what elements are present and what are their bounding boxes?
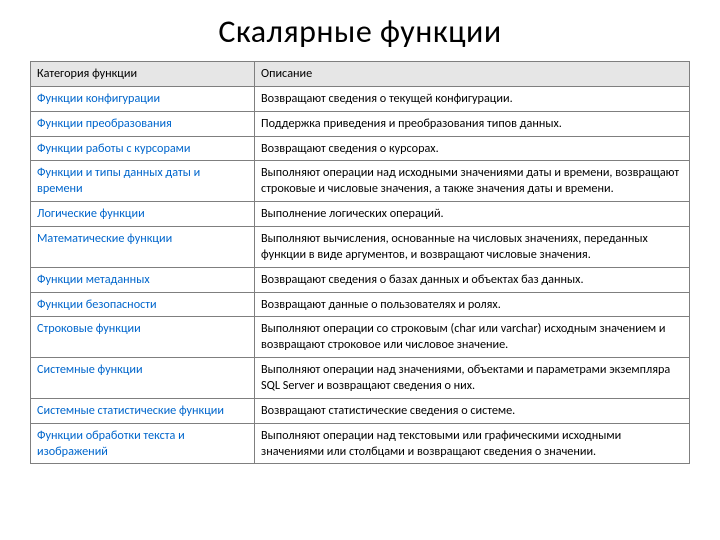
functions-table: Категория функции Описание Функции конфи…	[30, 61, 690, 464]
category-cell: Системные функции	[31, 358, 255, 399]
category-cell: Функции преобразования	[31, 111, 255, 136]
description-cell: Возвращают сведения о курсорах.	[255, 136, 690, 161]
category-cell: Функции и типы данных даты и времени	[31, 161, 255, 202]
category-cell: Логические функции	[31, 202, 255, 227]
description-cell: Возвращают статистические сведения о сис…	[255, 398, 690, 423]
description-cell: Выполняют операции над значениями, объек…	[255, 358, 690, 399]
category-link[interactable]: Функции преобразования	[37, 116, 172, 131]
table-row: Функции конфигурации Возвращают сведения …	[31, 86, 690, 111]
category-cell: Функции метаданных	[31, 267, 255, 292]
table-row: Функции обработки текста и изображений Вы…	[31, 423, 690, 464]
description-cell: Выполняют операции со строковым (char ил…	[255, 317, 690, 358]
category-cell: Функции безопасности	[31, 292, 255, 317]
description-cell: Выполнение логических операций.	[255, 202, 690, 227]
category-link[interactable]: Логические функции	[37, 206, 145, 221]
table-row: Системные статистические функции Возвраща…	[31, 398, 690, 423]
table-header-row: Категория функции Описание	[31, 62, 690, 87]
description-cell: Выполняют вычисления, основанные на числ…	[255, 227, 690, 268]
page-title: Скалярные функции	[30, 12, 690, 51]
category-link[interactable]: Функции обработки текста и изображений	[37, 428, 185, 459]
table-row: Функции безопасности Возвращают данные о …	[31, 292, 690, 317]
category-link[interactable]: Системные функции	[37, 362, 143, 377]
category-cell: Функции обработки текста и изображений	[31, 423, 255, 464]
table-row: Математические функции Выполняют вычислен…	[31, 227, 690, 268]
category-cell: Функции работы с курсорами	[31, 136, 255, 161]
category-link[interactable]: Математические функции	[37, 231, 172, 246]
description-cell: Поддержка приведения и преобразования ти…	[255, 111, 690, 136]
category-link[interactable]: Функции метаданных	[37, 272, 150, 287]
category-link[interactable]: Функции безопасности	[37, 297, 157, 312]
table-row: Функции преобразования Поддержка приведен…	[31, 111, 690, 136]
description-cell: Возвращают данные о пользователях и роля…	[255, 292, 690, 317]
category-link[interactable]: Строковые функции	[37, 321, 141, 336]
description-cell: Возвращают сведения о текущей конфигурац…	[255, 86, 690, 111]
table-row: Строковые функции Выполняют операции со с…	[31, 317, 690, 358]
category-cell: Функции конфигурации	[31, 86, 255, 111]
header-category: Категория функции	[31, 62, 255, 87]
table-row: Функции работы с курсорами Возвращают све…	[31, 136, 690, 161]
table-row: Функции метаданных Возвращают сведения о …	[31, 267, 690, 292]
header-description: Описание	[255, 62, 690, 87]
table-row: Функции и типы данных даты и времени Выпо…	[31, 161, 690, 202]
table-row: Логические функции Выполнение логических …	[31, 202, 690, 227]
description-cell: Возвращают сведения о базах данных и объ…	[255, 267, 690, 292]
category-link[interactable]: Функции конфигурации	[37, 91, 160, 106]
category-cell: Системные статистические функции	[31, 398, 255, 423]
category-link[interactable]: Функции работы с курсорами	[37, 141, 191, 156]
table-row: Системные функции Выполняют операции над …	[31, 358, 690, 399]
category-cell: Строковые функции	[31, 317, 255, 358]
description-cell: Выполняют операции над исходными значени…	[255, 161, 690, 202]
category-link[interactable]: Функции и типы данных даты и времени	[37, 165, 200, 196]
category-link[interactable]: Системные статистические функции	[37, 403, 224, 418]
description-cell: Выполняют операции над текстовыми или гр…	[255, 423, 690, 464]
category-cell: Математические функции	[31, 227, 255, 268]
